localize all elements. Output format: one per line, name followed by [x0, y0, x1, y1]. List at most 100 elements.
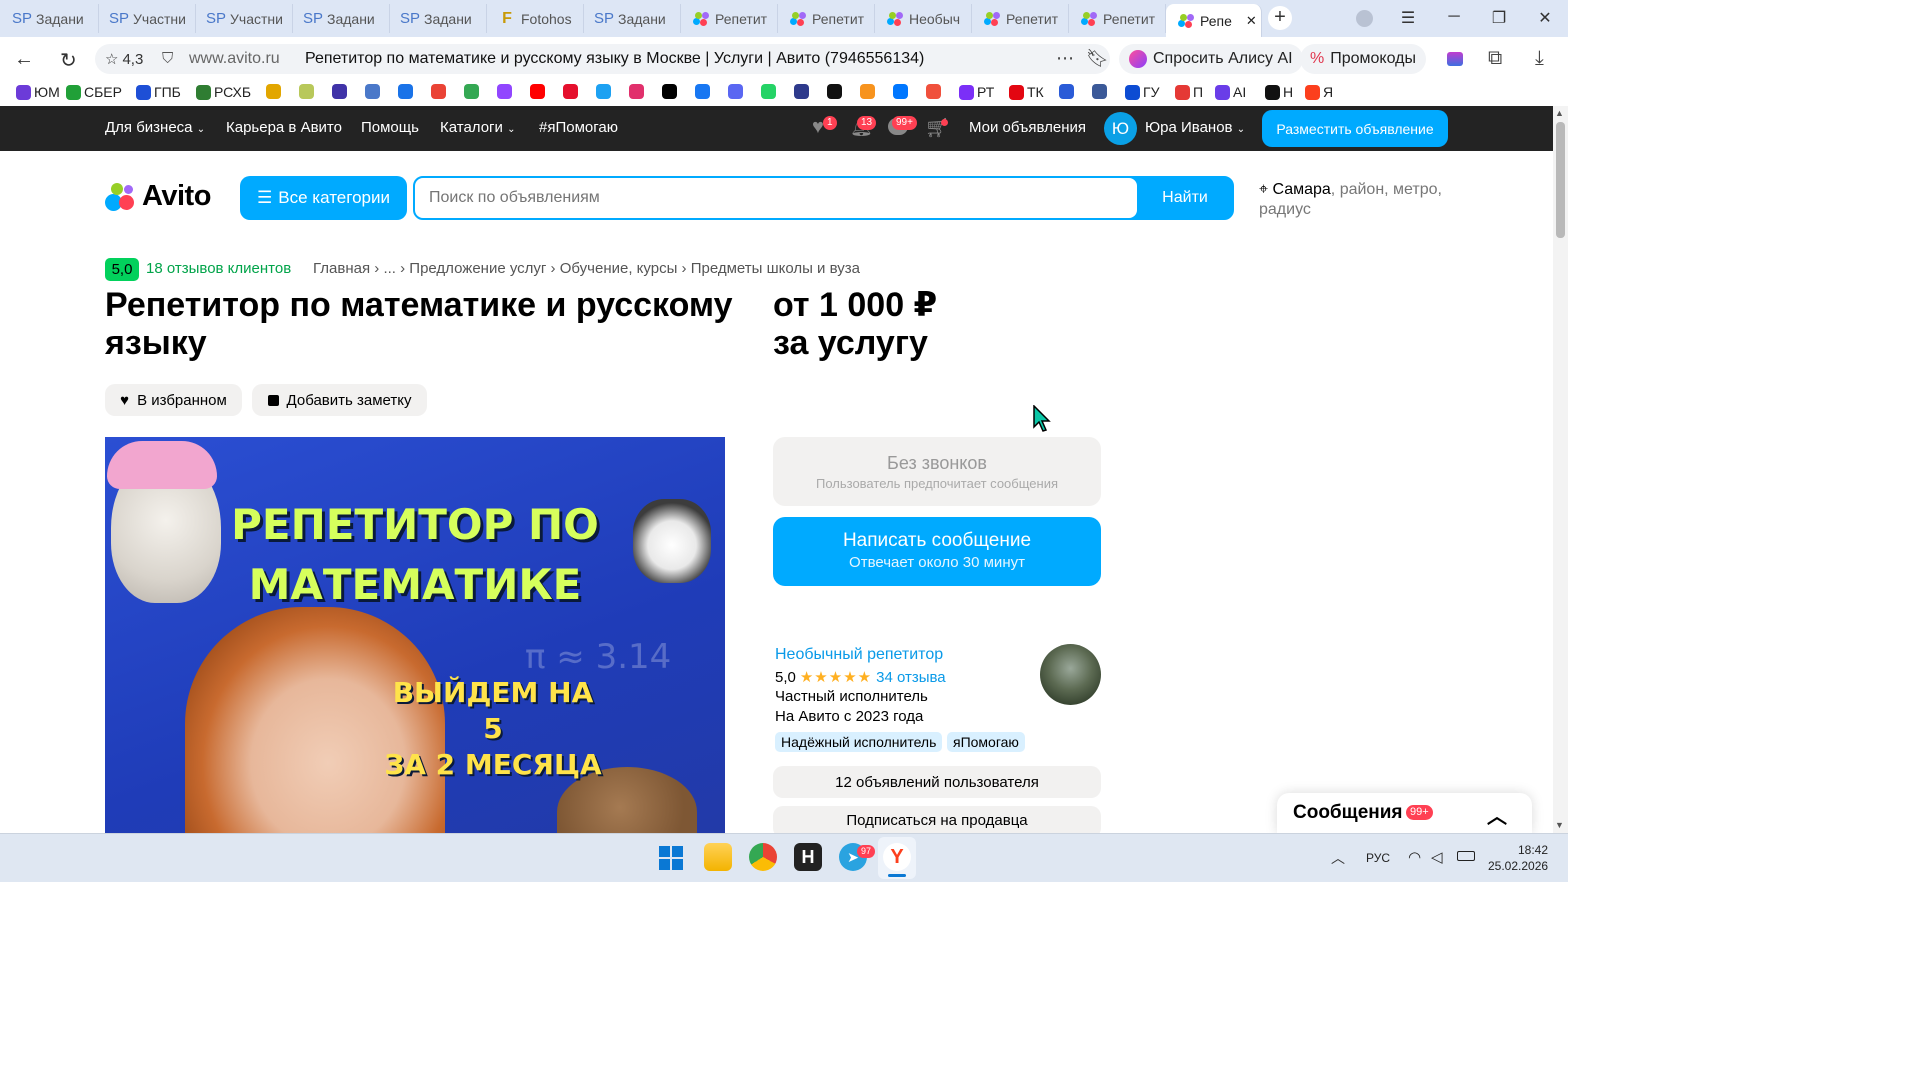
- nav-catalogs[interactable]: Каталоги ⌄: [440, 119, 515, 136]
- all-categories-button[interactable]: ☰ Все категории: [240, 176, 407, 220]
- bookmark-item[interactable]: [827, 84, 842, 99]
- bookmark-item[interactable]: [332, 84, 347, 99]
- volume-icon[interactable]: ◁: [1431, 848, 1443, 866]
- location-selector[interactable]: ⌖ Самара, район, метро, радиус: [1259, 180, 1459, 220]
- browser-tab[interactable]: Репетит: [1069, 4, 1166, 33]
- browser-tab[interactable]: SP Участни: [196, 4, 293, 33]
- bookmark-item[interactable]: [1092, 84, 1107, 99]
- bookmark-item[interactable]: ЮМ: [16, 84, 60, 100]
- bookmark-item[interactable]: [398, 84, 413, 99]
- reload-icon[interactable]: ↻: [60, 48, 77, 73]
- wifi-icon[interactable]: ◠: [1408, 848, 1421, 866]
- bookmark-item[interactable]: [266, 84, 281, 99]
- bookmark-item[interactable]: [893, 84, 908, 99]
- bookmark-icon[interactable]: 🔖︎: [1086, 48, 1109, 69]
- bookmark-item[interactable]: П: [1175, 84, 1203, 100]
- breadcrumb-item[interactable]: Предметы школы и вуза: [691, 260, 860, 277]
- breadcrumb-item[interactable]: Предложение услуг: [409, 260, 546, 277]
- bookmark-item[interactable]: [299, 84, 314, 99]
- bookmark-item[interactable]: [365, 84, 380, 99]
- bookmark-item[interactable]: ГУ: [1125, 84, 1159, 100]
- bookmark-item[interactable]: [431, 84, 446, 99]
- listing-photo[interactable]: π ≈ 3.14 РЕПЕТИТОР ПО МАТЕМАТИКЕ ВЫЙДЕМ …: [105, 437, 725, 833]
- scroll-down-arrow[interactable]: ▼: [1555, 820, 1564, 830]
- file-explorer-icon[interactable]: [704, 843, 732, 871]
- extensions-icon[interactable]: ⧉: [1488, 47, 1502, 70]
- bookmark-item[interactable]: ГПБ: [136, 84, 181, 100]
- bookmark-item[interactable]: Я: [1305, 84, 1333, 100]
- nav-business[interactable]: Для бизнеса ⌄: [105, 119, 205, 136]
- site-rating[interactable]: ☆ 4,3: [105, 50, 143, 69]
- bookmark-item[interactable]: [563, 84, 578, 99]
- listing-reviews-link[interactable]: 18 отзывов клиентов: [146, 260, 291, 277]
- bookmark-item[interactable]: [860, 84, 875, 99]
- nav-ihelp[interactable]: #яПомогаю: [539, 119, 618, 136]
- bookmark-item[interactable]: [662, 84, 677, 99]
- bookmark-item[interactable]: [530, 84, 545, 99]
- bookmark-item[interactable]: [497, 84, 512, 99]
- seller-name[interactable]: Необычный репетитор: [775, 646, 943, 664]
- breadcrumb-item[interactable]: Главная: [313, 260, 370, 277]
- nav-my-ads[interactable]: Мои объявления: [969, 119, 1086, 136]
- browser-tab[interactable]: Репе ✕: [1166, 4, 1262, 37]
- battery-icon[interactable]: [1457, 851, 1475, 861]
- bookmark-item[interactable]: [926, 84, 941, 99]
- write-message-button[interactable]: Написать сообщение Отвечает около 30 мин…: [773, 517, 1101, 586]
- close-window-icon[interactable]: ✕: [1533, 8, 1557, 28]
- add-note-button[interactable]: Добавить заметку: [252, 384, 427, 416]
- profile-icon[interactable]: [1356, 10, 1373, 27]
- windows-start-icon[interactable]: [659, 846, 683, 870]
- alice-button[interactable]: Спросить Алису AI: [1119, 44, 1303, 74]
- browser-tab[interactable]: SP Задани: [2, 4, 99, 33]
- bookmark-item[interactable]: [596, 84, 611, 99]
- bookmark-item[interactable]: [1059, 84, 1074, 99]
- bookmark-item[interactable]: ТК: [1009, 84, 1044, 100]
- language-indicator[interactable]: РУС: [1366, 851, 1390, 865]
- search-find-button[interactable]: Найти: [1138, 178, 1232, 218]
- bookmark-item[interactable]: РТ: [959, 84, 994, 100]
- restore-icon[interactable]: ❐: [1487, 8, 1511, 28]
- browser-tab[interactable]: SP Задани: [293, 4, 390, 33]
- bookmark-item[interactable]: [761, 84, 776, 99]
- browser-tab[interactable]: Репетит: [972, 4, 1069, 33]
- browser-tab[interactable]: F Fotohos: [487, 4, 584, 33]
- browser-tab[interactable]: Репетит: [778, 4, 875, 33]
- bookmark-item[interactable]: [695, 84, 710, 99]
- favorite-button[interactable]: ♥ В избранном: [105, 384, 242, 416]
- seller-reviews-link[interactable]: 34 отзыва: [876, 669, 946, 686]
- app-h-icon[interactable]: H: [794, 843, 822, 871]
- seller-avatar[interactable]: [1040, 644, 1101, 705]
- search-input[interactable]: [415, 178, 1137, 218]
- new-tab-button[interactable]: +: [1268, 6, 1292, 30]
- seller-ads-button[interactable]: 12 объявлений пользователя: [773, 766, 1101, 798]
- chrome-icon[interactable]: [749, 843, 777, 871]
- scroll-up-arrow[interactable]: ▲: [1555, 108, 1564, 118]
- close-tab-icon[interactable]: ✕: [1246, 13, 1257, 29]
- back-icon[interactable]: ←: [14, 48, 34, 71]
- promo-button[interactable]: % Промокоды: [1300, 44, 1426, 74]
- yandex-browser-icon[interactable]: Y: [883, 843, 911, 871]
- nav-career[interactable]: Карьера в Авито: [226, 119, 342, 136]
- download-icon[interactable]: ⤓: [1535, 47, 1544, 70]
- scroll-thumb[interactable]: [1556, 122, 1565, 238]
- bookmark-item[interactable]: [629, 84, 644, 99]
- bookmark-item[interactable]: РСХБ: [196, 84, 251, 100]
- minimize-icon[interactable]: ─: [1442, 8, 1466, 26]
- clock[interactable]: 18:42 25.02.2026: [1488, 842, 1548, 874]
- browser-tab[interactable]: Репетит: [681, 4, 778, 33]
- post-ad-button[interactable]: Разместить объявление: [1262, 110, 1448, 147]
- browser-tab[interactable]: SP Задани: [584, 4, 681, 33]
- browser-tab[interactable]: SP Участни: [99, 4, 196, 33]
- breadcrumb-item[interactable]: Обучение, курсы: [560, 260, 678, 277]
- breadcrumb-item[interactable]: ...: [383, 260, 396, 277]
- browser-tab[interactable]: Необыч: [875, 4, 972, 33]
- menu-icon[interactable]: ☰: [1396, 8, 1420, 28]
- nav-help[interactable]: Помощь: [361, 119, 419, 136]
- avito-logo[interactable]: Avito: [105, 180, 211, 213]
- gallery-icon[interactable]: [1447, 52, 1463, 66]
- bookmark-item[interactable]: СБЕР: [66, 84, 122, 100]
- shield-icon[interactable]: ⛉: [162, 50, 173, 67]
- tray-chevron-up-icon[interactable]: ︿: [1331, 848, 1345, 868]
- more-icon[interactable]: ⋯: [1056, 48, 1074, 69]
- bookmark-item[interactable]: [464, 84, 479, 99]
